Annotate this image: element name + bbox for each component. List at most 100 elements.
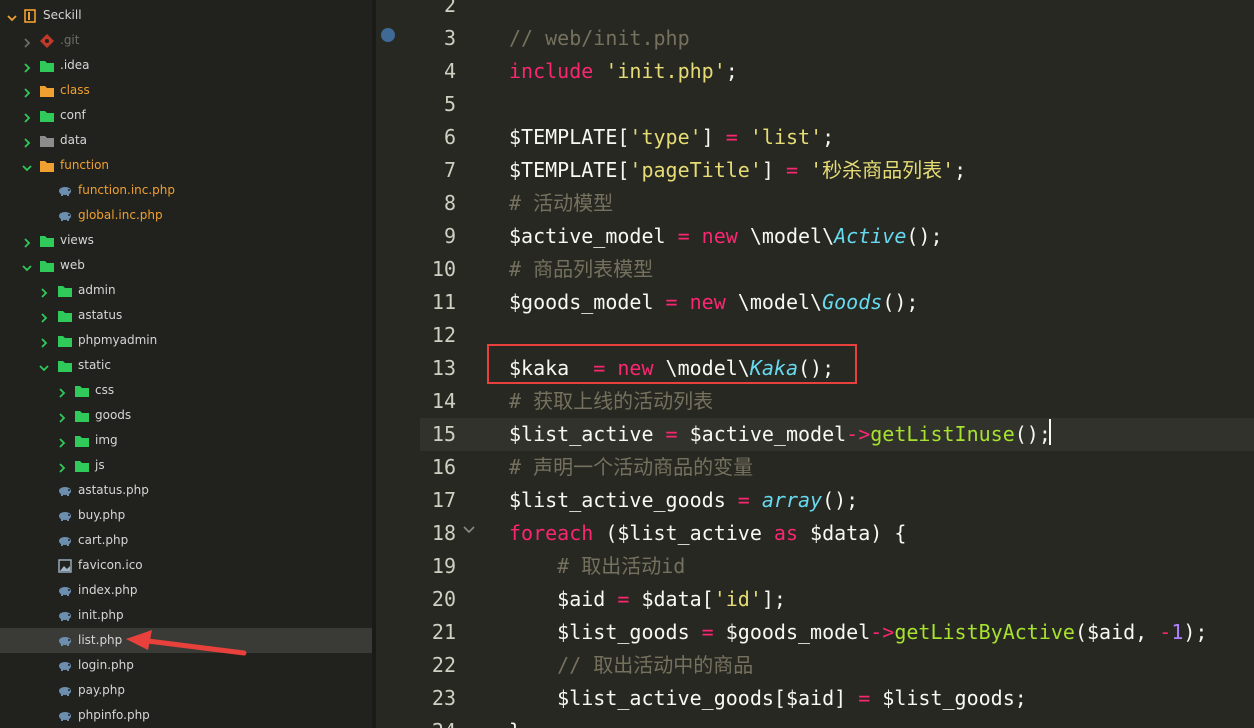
code-line[interactable]: $TEMPLATE['type'] = 'list'; [509, 121, 834, 154]
chevron-right-icon[interactable] [21, 59, 33, 73]
code-token: # 获取上线的活动列表 [509, 389, 714, 413]
chevron-right-icon[interactable] [56, 459, 68, 473]
php-file-icon [57, 708, 73, 722]
code-token: 'id' [713, 587, 762, 611]
chevron-right-icon[interactable] [56, 384, 68, 398]
code-token: Goods [822, 290, 883, 314]
code-line[interactable]: # 取出活动id [509, 550, 685, 583]
tree-item-label: list.php [78, 633, 123, 647]
chevron-right-icon[interactable] [21, 34, 33, 48]
tree-item-label: function.inc.php [78, 183, 176, 197]
code-token: $goods_model [713, 620, 871, 644]
chevron-down-icon[interactable] [6, 9, 18, 22]
code-token: = [665, 422, 678, 446]
tree-folder-row[interactable]: conf [0, 103, 372, 128]
tree-folder-row[interactable]: astatus [0, 303, 372, 328]
folder-icon [57, 333, 73, 347]
tree-file-row[interactable]: global.inc.php [0, 203, 372, 228]
tree-file-row[interactable]: .git [0, 28, 372, 53]
code-line[interactable]: // 取出活动中的商品 [509, 649, 753, 682]
tree-file-row[interactable]: init.php [0, 603, 372, 628]
tree-file-row[interactable]: phpinfo.php [0, 703, 372, 728]
code-token: // 取出活动中的商品 [557, 653, 754, 677]
code-token: '秒杀商品列表' [810, 158, 955, 182]
tree-folder-row[interactable]: phpmyadmin [0, 328, 372, 353]
code-editor[interactable]: 23456789101112131415161718192021222324 /… [376, 0, 1254, 728]
code-line[interactable]: foreach ($list_active as $data) { [509, 517, 906, 550]
chevron-right-icon[interactable] [21, 84, 33, 98]
tree-item-label: css [95, 383, 115, 397]
code-token: Active [834, 224, 907, 248]
code-line[interactable]: $list_active = $active_model->getListInu… [509, 418, 1051, 451]
chevron-right-icon[interactable] [21, 134, 33, 148]
tree-item-label: goods [95, 408, 132, 422]
tree-folder-row[interactable]: function [0, 153, 372, 178]
code-token: array [761, 488, 823, 512]
chevron-right-icon[interactable] [21, 234, 33, 248]
tree-folder-row[interactable]: css [0, 378, 372, 403]
code-token: = [737, 488, 750, 512]
code-line[interactable]: # 活动模型 [509, 187, 613, 220]
code-line[interactable]: $TEMPLATE['pageTitle'] = '秒杀商品列表'; [509, 154, 966, 187]
chevron-right-icon[interactable] [56, 409, 68, 423]
code-line[interactable]: $active_model = new \model\Active(); [509, 220, 943, 253]
code-line[interactable]: # 声明一个活动商品的变量 [509, 451, 753, 484]
chevron-right-icon[interactable] [21, 109, 33, 123]
chevron-down-icon[interactable] [38, 359, 50, 372]
code-line[interactable]: include 'init.php'; [509, 55, 738, 88]
tree-folder-row[interactable]: class [0, 78, 372, 103]
code-line[interactable]: # 商品列表模型 [509, 253, 653, 286]
tree-file-row[interactable]: function.inc.php [0, 178, 372, 203]
chevron-right-icon[interactable] [56, 434, 68, 448]
code-line[interactable]: } [509, 715, 521, 728]
code-line[interactable]: $goods_model = new \model\Goods(); [509, 286, 918, 319]
code-token: -> [870, 620, 895, 644]
tree-folder-row[interactable]: .idea [0, 53, 372, 78]
chevron-right-icon[interactable] [38, 284, 50, 298]
code-line[interactable]: $list_active_goods[$aid] = $list_goods; [509, 682, 1027, 715]
code-token: ; [725, 59, 738, 83]
code-token: as [773, 521, 799, 545]
php-file-icon [57, 208, 73, 222]
code-line[interactable]: $list_active_goods = array(); [509, 484, 858, 517]
code-token: } [509, 719, 521, 728]
tree-folder-row[interactable]: web [0, 253, 372, 278]
tree-folder-row[interactable]: admin [0, 278, 372, 303]
code-line[interactable]: # 获取上线的活动列表 [509, 385, 713, 418]
tree-file-row[interactable]: pay.php [0, 678, 372, 703]
code-token: = [677, 224, 690, 248]
code-token: $list_active [509, 422, 666, 446]
tree-folder-row[interactable]: Seckill [0, 3, 372, 28]
tree-item-label: buy.php [78, 508, 126, 522]
tree-file-row[interactable]: cart.php [0, 528, 372, 553]
code-token: $goods_model [509, 290, 666, 314]
chevron-down-icon[interactable] [21, 159, 33, 172]
folder-icon [39, 133, 55, 147]
php-file-icon [57, 183, 73, 197]
chevron-right-icon[interactable] [38, 334, 50, 348]
code-line[interactable]: // web/init.php [509, 22, 690, 55]
code-token: = [701, 620, 714, 644]
tree-folder-row[interactable]: goods [0, 403, 372, 428]
code-token: ] [761, 158, 786, 182]
tree-folder-row[interactable]: views [0, 228, 372, 253]
chevron-right-icon[interactable] [38, 309, 50, 323]
tree-item-label: web [60, 258, 85, 272]
code-token: \model\ [737, 224, 835, 248]
code-line[interactable]: $list_goods = $goods_model->getListByAct… [509, 616, 1207, 649]
tree-file-row[interactable]: buy.php [0, 503, 372, 528]
code-token: foreach [509, 521, 594, 545]
folder-icon [39, 158, 55, 172]
tree-folder-row[interactable]: js [0, 453, 372, 478]
tree-file-row[interactable]: favicon.ico [0, 553, 372, 578]
tree-file-row[interactable]: astatus.php [0, 478, 372, 503]
tree-file-row[interactable]: index.php [0, 578, 372, 603]
text-cursor [1049, 419, 1051, 445]
code-line[interactable]: $aid = $data['id']; [509, 583, 786, 616]
tree-folder-row[interactable]: static [0, 353, 372, 378]
tree-folder-row[interactable]: img [0, 428, 372, 453]
chevron-down-icon[interactable] [21, 259, 33, 272]
code-token: # 商品列表模型 [509, 257, 654, 281]
tree-folder-row[interactable]: data [0, 128, 372, 153]
tree-item-label: astatus.php [78, 483, 149, 497]
